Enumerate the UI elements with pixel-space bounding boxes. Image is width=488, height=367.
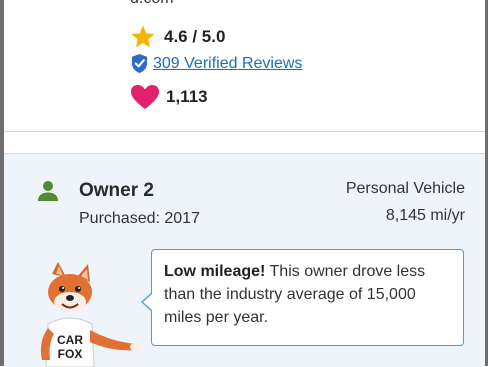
mascot-shirt-line2: FOX bbox=[58, 347, 83, 361]
owner-history-card: Owner 2 Purchased: 2017 Personal Vehicle… bbox=[4, 153, 485, 367]
vehicle-use-type: Personal Vehicle bbox=[345, 180, 465, 197]
heart-icon bbox=[130, 84, 160, 110]
verified-check-icon bbox=[130, 53, 149, 74]
reviews-row: 309 Verified Reviews bbox=[130, 53, 302, 74]
verified-reviews-link[interactable]: 309 Verified Reviews bbox=[153, 55, 302, 73]
owner-title: Owner 2 bbox=[79, 180, 154, 201]
annual-mileage: 8,145 mi/yr bbox=[385, 207, 465, 224]
star-icon bbox=[130, 24, 156, 50]
mileage-callout: Low mileage! This owner drove less than … bbox=[151, 249, 464, 346]
rating-value: 4.6 / 5.0 bbox=[164, 27, 226, 46]
dealer-website-text[interactable]: d.com bbox=[130, 0, 174, 8]
section-divider bbox=[4, 132, 485, 153]
dealer-info-card: d.com 4.6 / 5.0 309 Verified Reviews 1,1… bbox=[4, 0, 485, 132]
favorites-count: 1,113 bbox=[166, 87, 208, 106]
callout-bold-text: Low mileage! bbox=[164, 263, 266, 280]
owner-purchased-year: Purchased: 2017 bbox=[79, 210, 200, 227]
favorites-row: 1,113 bbox=[130, 84, 208, 110]
rating-row: 4.6 / 5.0 bbox=[130, 24, 225, 50]
car-fox-mascot: CAR FOX bbox=[40, 262, 142, 367]
mascot-shirt-line1: CAR bbox=[57, 333, 83, 347]
person-icon bbox=[37, 180, 59, 202]
callout-pointer bbox=[143, 293, 153, 311]
